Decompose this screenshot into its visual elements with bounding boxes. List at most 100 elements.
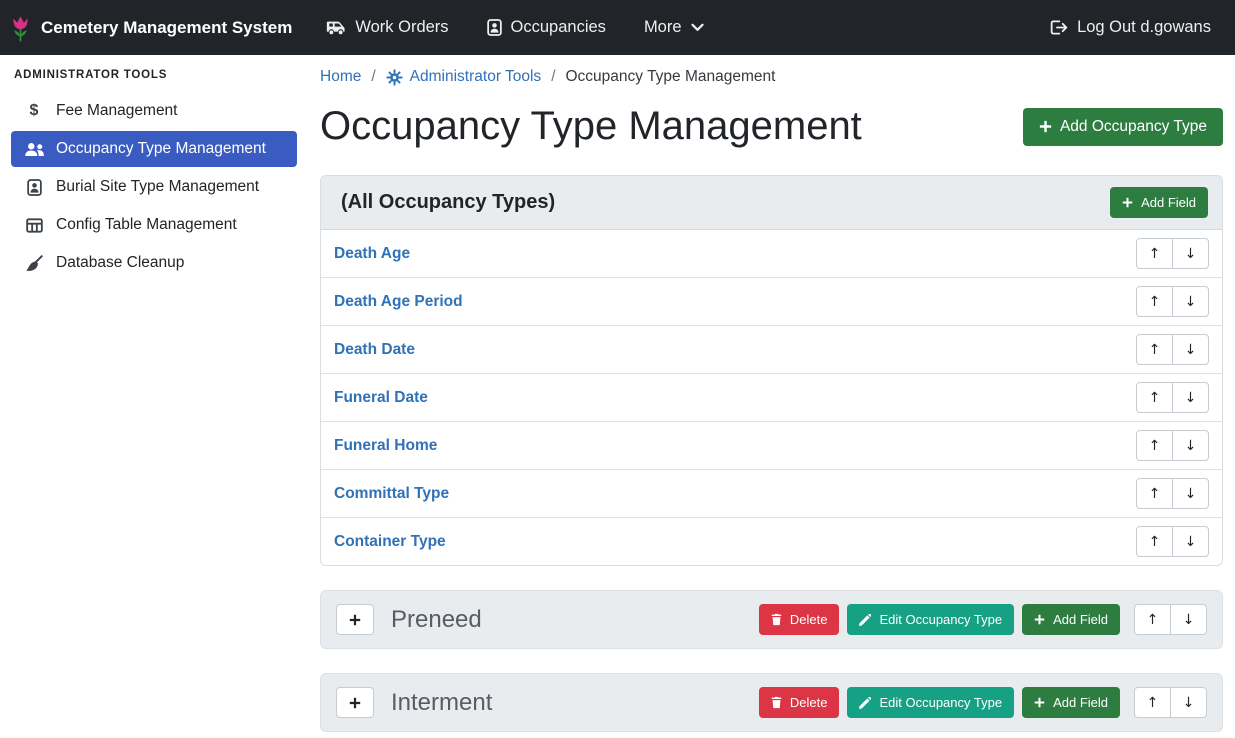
breadcrumb-separator: / bbox=[551, 68, 555, 86]
field-link[interactable]: Death Date bbox=[334, 341, 415, 359]
field-row: Death Age ↑ ↓ bbox=[321, 230, 1222, 278]
breadcrumb-separator: / bbox=[371, 68, 375, 86]
main-content: Home / bbox=[308, 55, 1235, 732]
breadcrumb: Home / bbox=[320, 68, 1223, 86]
plus-icon bbox=[1122, 197, 1133, 208]
logout-label: Log Out d.gowans bbox=[1077, 18, 1211, 37]
up-arrow-glyph: ↑ bbox=[1149, 486, 1161, 502]
down-arrow-glyph: ↓ bbox=[1185, 342, 1197, 358]
move-up-button[interactable]: ↑ bbox=[1136, 334, 1173, 365]
field-row: Funeral Date ↑ ↓ bbox=[321, 374, 1222, 422]
edit-occupancy-type-button[interactable]: Edit Occupancy Type bbox=[847, 687, 1014, 718]
sidebar-item-config-table-management[interactable]: Config Table Management bbox=[11, 207, 297, 243]
breadcrumb-admin-tools[interactable]: Administrator Tools bbox=[386, 68, 542, 86]
move-down-button[interactable]: ↓ bbox=[1172, 238, 1209, 269]
reorder-buttons: ↑ ↓ bbox=[1134, 687, 1207, 718]
nav-more[interactable]: More bbox=[644, 18, 704, 37]
van-icon bbox=[326, 20, 346, 35]
move-up-button[interactable]: ↑ bbox=[1136, 430, 1173, 461]
move-down-button[interactable]: ↓ bbox=[1172, 334, 1209, 365]
add-field-button[interactable]: Add Field bbox=[1022, 604, 1120, 635]
move-down-button[interactable]: ↓ bbox=[1170, 687, 1207, 718]
add-field-label: Add Field bbox=[1053, 695, 1108, 710]
sidebar-item-label: Database Cleanup bbox=[56, 254, 184, 272]
add-field-label: Add Field bbox=[1141, 195, 1196, 210]
up-arrow-glyph: ↑ bbox=[1149, 342, 1161, 358]
field-link[interactable]: Death Age Period bbox=[334, 293, 463, 311]
field-row: Funeral Home ↑ ↓ bbox=[321, 422, 1222, 470]
move-up-button[interactable]: ↑ bbox=[1136, 238, 1173, 269]
up-arrow-glyph: ↑ bbox=[1149, 390, 1161, 406]
table-icon bbox=[21, 218, 47, 233]
app-root: Cemetery Management System Work Orders bbox=[0, 0, 1235, 738]
expand-button[interactable] bbox=[336, 604, 374, 635]
move-up-button[interactable]: ↑ bbox=[1134, 604, 1171, 635]
sidebar-item-database-cleanup[interactable]: Database Cleanup bbox=[11, 245, 297, 281]
move-down-button[interactable]: ↓ bbox=[1172, 286, 1209, 317]
down-arrow-glyph: ↓ bbox=[1185, 246, 1197, 262]
add-field-button[interactable]: Add Field bbox=[1110, 187, 1208, 218]
portrait-icon bbox=[487, 19, 502, 36]
add-occupancy-type-button[interactable]: Add Occupancy Type bbox=[1023, 108, 1223, 146]
down-arrow-glyph: ↓ bbox=[1183, 695, 1195, 711]
card-header: (All Occupancy Types) Add Field bbox=[321, 176, 1222, 230]
down-arrow-glyph: ↓ bbox=[1185, 294, 1197, 310]
move-down-button[interactable]: ↓ bbox=[1172, 478, 1209, 509]
sidebar-item-burial-site-type-management[interactable]: Burial Site Type Management bbox=[11, 169, 297, 205]
field-row: Death Age Period ↑ ↓ bbox=[321, 278, 1222, 326]
move-up-button[interactable]: ↑ bbox=[1136, 526, 1173, 557]
move-up-button[interactable]: ↑ bbox=[1136, 286, 1173, 317]
trash-icon bbox=[771, 613, 782, 626]
up-arrow-glyph: ↑ bbox=[1149, 246, 1161, 262]
occupancy-type-title: Interment bbox=[391, 689, 492, 717]
down-arrow-glyph: ↓ bbox=[1183, 612, 1195, 628]
move-up-button[interactable]: ↑ bbox=[1136, 382, 1173, 413]
add-field-button[interactable]: Add Field bbox=[1022, 687, 1120, 718]
delete-label: Delete bbox=[790, 612, 828, 627]
logout-button[interactable]: Log Out d.gowans bbox=[1050, 18, 1211, 37]
move-down-button[interactable]: ↓ bbox=[1172, 526, 1209, 557]
up-arrow-glyph: ↑ bbox=[1147, 612, 1159, 628]
field-link[interactable]: Death Age bbox=[334, 245, 410, 263]
move-down-button[interactable]: ↓ bbox=[1170, 604, 1207, 635]
down-arrow-glyph: ↓ bbox=[1185, 390, 1197, 406]
reorder-buttons: ↑ ↓ bbox=[1136, 526, 1209, 557]
sidebar-item-occupancy-type-management[interactable]: Occupancy Type Management bbox=[11, 131, 297, 167]
occupancy-type-section-interment: Interment Delete bbox=[320, 673, 1223, 732]
plus-icon bbox=[349, 697, 361, 709]
move-up-button[interactable]: ↑ bbox=[1134, 687, 1171, 718]
field-link[interactable]: Committal Type bbox=[334, 485, 449, 503]
breadcrumb-home[interactable]: Home bbox=[320, 68, 361, 86]
up-arrow-glyph: ↑ bbox=[1149, 438, 1161, 454]
delete-button[interactable]: Delete bbox=[759, 604, 840, 635]
plus-icon bbox=[1034, 614, 1045, 625]
reorder-buttons: ↑ ↓ bbox=[1134, 604, 1207, 635]
field-link[interactable]: Funeral Date bbox=[334, 389, 428, 407]
expand-button[interactable] bbox=[336, 687, 374, 718]
breadcrumb-admin-tools-label: Administrator Tools bbox=[410, 68, 542, 86]
section-actions: Delete Edit Occupancy Type bbox=[759, 604, 1207, 635]
sidebar-item-fee-management[interactable]: $ Fee Management bbox=[11, 93, 297, 129]
edit-occupancy-type-label: Edit Occupancy Type bbox=[879, 695, 1002, 710]
move-up-button[interactable]: ↑ bbox=[1136, 478, 1173, 509]
field-link[interactable]: Funeral Home bbox=[334, 437, 437, 455]
field-link[interactable]: Container Type bbox=[334, 533, 446, 551]
nav-work-orders[interactable]: Work Orders bbox=[326, 18, 448, 37]
field-row: Container Type ↑ ↓ bbox=[321, 518, 1222, 565]
move-down-button[interactable]: ↓ bbox=[1172, 382, 1209, 413]
delete-button[interactable]: Delete bbox=[759, 687, 840, 718]
edit-occupancy-type-button[interactable]: Edit Occupancy Type bbox=[847, 604, 1014, 635]
nav-work-orders-label: Work Orders bbox=[355, 18, 448, 37]
occupancy-type-title: Preneed bbox=[391, 606, 482, 634]
nav-occupancies[interactable]: Occupancies bbox=[487, 18, 606, 37]
plus-icon bbox=[1034, 697, 1045, 708]
up-arrow-glyph: ↑ bbox=[1147, 695, 1159, 711]
edit-occupancy-type-label: Edit Occupancy Type bbox=[879, 612, 1002, 627]
up-arrow-glyph: ↑ bbox=[1149, 534, 1161, 550]
reorder-buttons: ↑ ↓ bbox=[1136, 286, 1209, 317]
sidebar-item-label: Config Table Management bbox=[56, 216, 237, 234]
app-brand[interactable]: Cemetery Management System bbox=[10, 13, 292, 43]
move-down-button[interactable]: ↓ bbox=[1172, 430, 1209, 461]
down-arrow-glyph: ↓ bbox=[1185, 486, 1197, 502]
reorder-buttons: ↑ ↓ bbox=[1136, 430, 1209, 461]
